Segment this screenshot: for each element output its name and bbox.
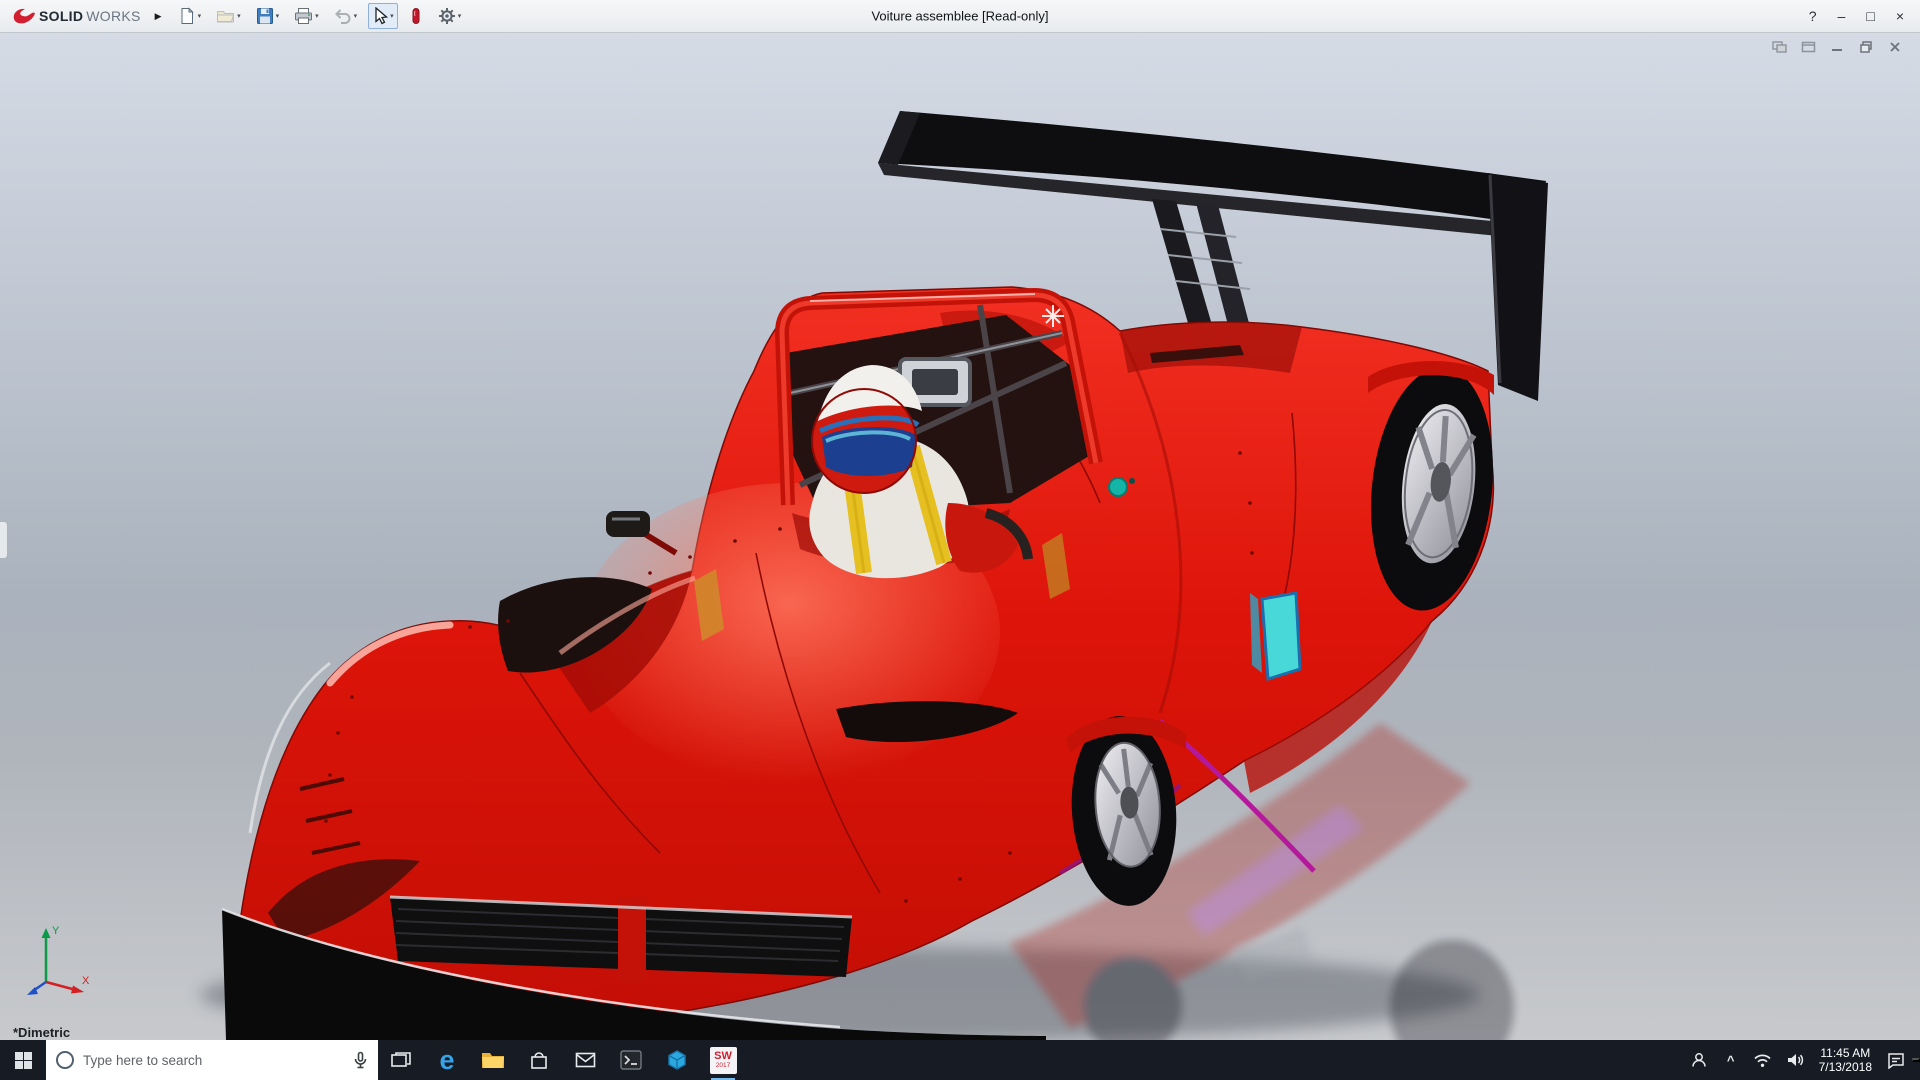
doc-cascade-icon[interactable]: [1770, 39, 1788, 54]
people-icon: [1690, 1052, 1708, 1068]
task-view-button[interactable]: [378, 1040, 424, 1080]
cortana-icon[interactable]: [56, 1051, 74, 1069]
solidworks-app-icon: SW 2017: [710, 1047, 737, 1074]
action-center-icon: [1887, 1052, 1905, 1069]
tray-overflow-button[interactable]: ^: [1715, 1040, 1747, 1080]
gear-icon: [438, 7, 456, 25]
side-window-cyan: [1250, 593, 1300, 679]
maximize-button[interactable]: □: [1866, 9, 1874, 23]
taskbar-app-cad-viewer[interactable]: [654, 1040, 700, 1080]
save-floppy-icon: [256, 7, 274, 25]
dropdown-caret-icon[interactable]: ▾: [315, 13, 319, 20]
show-desktop-button[interactable]: [1912, 1058, 1920, 1062]
doc-close-icon[interactable]: [1886, 39, 1904, 54]
save-button[interactable]: ▾: [252, 3, 284, 29]
taskbar-search[interactable]: [46, 1040, 378, 1080]
quick-access-toolbar: ▾ ▾ ▾: [174, 3, 466, 29]
start-button[interactable]: [0, 1040, 46, 1080]
clock-time: 11:45 AM: [1819, 1046, 1872, 1060]
print-button[interactable]: ▾: [290, 3, 323, 29]
axis-y-label: Y: [52, 925, 60, 937]
select-button[interactable]: ▾: [368, 3, 398, 29]
minimize-button[interactable]: –: [1838, 9, 1846, 23]
file-explorer-icon: [481, 1050, 505, 1070]
red-capsule-button[interactable]: [405, 3, 427, 29]
titlebar-controls: ? – □ ×: [1809, 9, 1910, 23]
dropdown-caret-icon[interactable]: ▾: [276, 13, 280, 20]
taskbar-app-terminal[interactable]: [608, 1040, 654, 1080]
titlebar: SOLIDWORKS ▶ ▾ ▾: [0, 0, 1920, 33]
wifi-icon: [1753, 1053, 1772, 1068]
taskbar-app-solidworks[interactable]: SW 2017: [700, 1040, 746, 1080]
taskbar-app-file-explorer[interactable]: [470, 1040, 516, 1080]
car-3d-model[interactable]: [0, 33, 1920, 1040]
dropdown-caret-icon[interactable]: ▾: [198, 13, 202, 20]
document-window-controls: [1770, 39, 1904, 54]
terminal-icon: [620, 1049, 642, 1071]
grille-center-stripe: [618, 897, 646, 981]
toolbar-flyout-icon[interactable]: ▶: [155, 11, 162, 22]
chevron-up-icon: ^: [1727, 1053, 1735, 1068]
undo-icon: [334, 7, 352, 25]
open-button[interactable]: ▾: [212, 3, 245, 29]
view-orientation-label: *Dimetric: [13, 1025, 70, 1040]
taskbar-app-edge[interactable]: e: [424, 1040, 470, 1080]
speaker-icon: [1786, 1052, 1804, 1068]
mail-icon: [575, 1052, 596, 1068]
cad-viewer-icon: [666, 1049, 688, 1071]
microphone-icon[interactable]: [353, 1051, 368, 1069]
undo-button[interactable]: ▾: [330, 3, 362, 29]
doc-restore-icon[interactable]: [1857, 39, 1875, 54]
window-title: Voiture assemblee [Read-only]: [871, 9, 1048, 24]
volume-button[interactable]: [1779, 1040, 1811, 1080]
windows-logo-icon: [15, 1052, 32, 1069]
doc-window-icon[interactable]: [1799, 39, 1817, 54]
red-capsule-icon: [409, 7, 423, 25]
taskbar-clock[interactable]: 11:45 AM 7/13/2018: [1811, 1046, 1880, 1074]
open-folder-icon: [216, 7, 235, 25]
system-tray: ^ 11:45 AM 7/13/2018: [1683, 1040, 1920, 1080]
dropdown-caret-icon[interactable]: ▾: [237, 13, 241, 20]
new-document-icon: [178, 7, 196, 25]
windows-taskbar: e: [0, 1040, 1920, 1080]
taskbar-app-store[interactable]: [516, 1040, 562, 1080]
edge-icon: e: [439, 1047, 454, 1074]
solidworks-window: SOLIDWORKS ▶ ▾ ▾: [0, 0, 1920, 1080]
taskbar-app-mail[interactable]: [562, 1040, 608, 1080]
dropdown-caret-icon[interactable]: ▾: [354, 13, 358, 20]
dropdown-caret-icon[interactable]: ▾: [390, 13, 394, 20]
graphics-viewport[interactable]: Y X *Dimetric: [0, 33, 1920, 1040]
new-document-button[interactable]: ▾: [174, 3, 206, 29]
dropdown-caret-icon[interactable]: ▾: [458, 13, 462, 20]
search-input[interactable]: [83, 1053, 344, 1068]
coordinate-triad: Y X: [20, 920, 94, 1000]
clock-date: 7/13/2018: [1819, 1060, 1872, 1074]
close-button[interactable]: ×: [1896, 9, 1904, 23]
axis-x-label: X: [82, 975, 90, 987]
brand-text-works: WORKS: [86, 8, 140, 24]
select-cursor-icon: [372, 7, 388, 25]
solidworks-logo: SOLIDWORKS: [10, 6, 141, 26]
people-button[interactable]: [1683, 1040, 1715, 1080]
brand-text-solid: SOLID: [39, 8, 83, 24]
store-icon: [529, 1050, 549, 1070]
options-button[interactable]: ▾: [434, 3, 466, 29]
help-button[interactable]: ?: [1809, 9, 1817, 23]
solidworks-logo-icon: [10, 6, 36, 26]
action-center-button[interactable]: [1880, 1040, 1912, 1080]
print-icon: [294, 7, 313, 25]
doc-minimize-icon[interactable]: [1828, 39, 1846, 54]
task-view-icon: [391, 1052, 411, 1068]
network-button[interactable]: [1747, 1040, 1779, 1080]
